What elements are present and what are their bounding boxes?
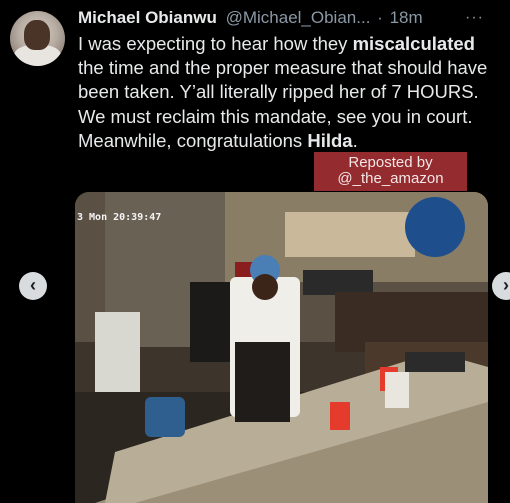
- user-handle[interactable]: @Michael_Obian...: [226, 8, 371, 27]
- tweet-text: I was expecting to hear how they miscalc…: [78, 32, 488, 153]
- tweet-text-part1: I was expecting to hear how they: [78, 33, 353, 54]
- chevron-left-icon[interactable]: ‹: [19, 272, 47, 300]
- tweet-media-image[interactable]: 3 Mon 20:39:47: [75, 192, 488, 503]
- more-horizontal-icon[interactable]: ···: [465, 10, 487, 26]
- kitchen-scene: [75, 192, 488, 503]
- chevron-right-icon[interactable]: ›: [492, 272, 510, 300]
- separator-dot: ·: [377, 8, 383, 27]
- tweet-card: Michael Obianwu @Michael_Obian... · 18m …: [0, 0, 510, 503]
- tweet-text-bold2: Hilda: [307, 129, 353, 151]
- tweet-text-part2: the time and the proper measure that sho…: [78, 57, 488, 151]
- tweet-header: Michael Obianwu @Michael_Obian... · 18m: [78, 6, 498, 30]
- avatar-face: [24, 20, 50, 50]
- tweet-text-bold: miscalculated: [352, 33, 475, 54]
- tweet-text-end: .: [352, 129, 358, 151]
- tweet-time[interactable]: 18m: [390, 8, 423, 27]
- camera-timestamp: 3 Mon 20:39:47: [77, 212, 162, 223]
- avatar[interactable]: [10, 11, 65, 66]
- display-name[interactable]: Michael Obianwu: [78, 8, 217, 27]
- watermark-line2: @_the_amazon: [337, 170, 444, 187]
- repost-watermark: Reposted by @_the_amazon: [314, 152, 467, 191]
- watermark-line1: Reposted by: [348, 154, 433, 171]
